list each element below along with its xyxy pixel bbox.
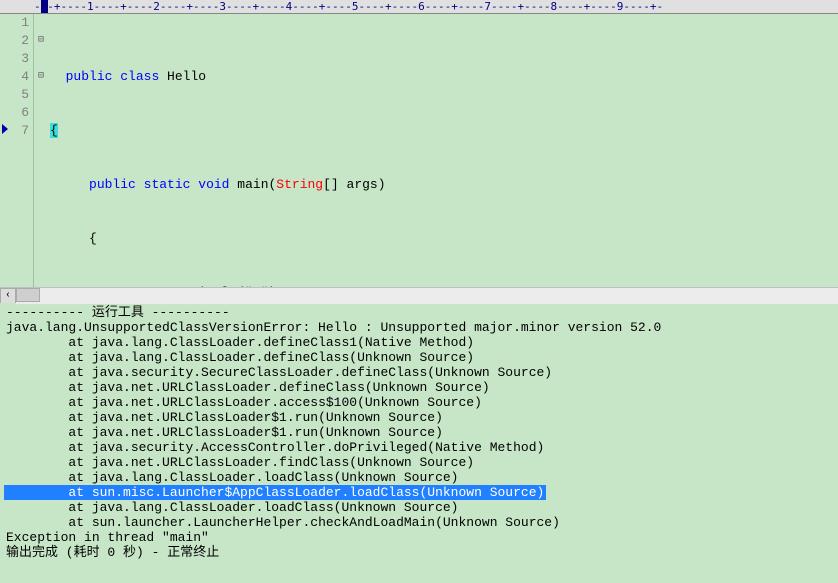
console-line[interactable]: at java.security.SecureClassLoader.defin… <box>6 365 832 380</box>
line-number: 1 <box>0 14 29 32</box>
fold-marker <box>34 86 48 104</box>
line-number: 3 <box>0 50 29 68</box>
console-line[interactable]: at sun.misc.Launcher$AppClassLoader.load… <box>6 485 832 500</box>
code-line[interactable]: { <box>50 230 838 248</box>
breakpoint-marker-icon[interactable] <box>2 124 8 134</box>
code-area[interactable]: public class Hello { public static void … <box>48 14 838 287</box>
code-line[interactable]: { <box>50 122 838 140</box>
scroll-track[interactable] <box>16 288 838 304</box>
horizontal-scrollbar[interactable]: ‹ <box>0 287 838 303</box>
console-line[interactable]: Exception in thread "main" <box>6 530 832 545</box>
line-number: 4 <box>0 68 29 86</box>
console-line[interactable]: at java.net.URLClassLoader$1.run(Unknown… <box>6 425 832 440</box>
console-line[interactable]: at java.net.URLClassLoader.findClass(Unk… <box>6 455 832 470</box>
console-line[interactable]: java.lang.UnsupportedClassVersionError: … <box>6 320 832 335</box>
console-line[interactable]: at java.security.AccessController.doPriv… <box>6 440 832 455</box>
line-number-gutter: 1234567 <box>0 14 34 287</box>
code-editor[interactable]: 1234567 ⊟⊟ public class Hello { public s… <box>0 14 838 287</box>
console-line[interactable]: at java.net.URLClassLoader.defineClass(U… <box>6 380 832 395</box>
console-line[interactable]: at java.lang.ClassLoader.defineClass1(Na… <box>6 335 832 350</box>
output-console[interactable]: ---------- 运行工具 ----------java.lang.Unsu… <box>0 303 838 583</box>
line-number: 2 <box>0 32 29 50</box>
fold-marker <box>34 50 48 68</box>
scroll-left-button[interactable]: ‹ <box>0 288 16 304</box>
fold-marker <box>34 122 48 140</box>
ruler-text: ---+----1----+----2----+----3----+----4-… <box>34 0 663 13</box>
fold-marker <box>34 104 48 122</box>
console-line[interactable]: at java.lang.ClassLoader.defineClass(Unk… <box>6 350 832 365</box>
line-number: 6 <box>0 104 29 122</box>
fold-marker[interactable]: ⊟ <box>34 68 48 86</box>
scroll-thumb[interactable] <box>16 288 40 302</box>
console-line[interactable]: at java.lang.ClassLoader.loadClass(Unkno… <box>6 470 832 485</box>
console-line[interactable]: 输出完成 (耗时 0 秒) - 正常终止 <box>6 545 832 560</box>
console-line[interactable]: at java.net.URLClassLoader.access$100(Un… <box>6 395 832 410</box>
console-line[interactable]: at java.net.URLClassLoader$1.run(Unknown… <box>6 410 832 425</box>
fold-marker <box>34 14 48 32</box>
code-line[interactable]: public class Hello <box>50 68 838 86</box>
fold-marker[interactable]: ⊟ <box>34 32 48 50</box>
fold-gutter[interactable]: ⊟⊟ <box>34 14 48 287</box>
line-number: 5 <box>0 86 29 104</box>
code-line[interactable]: public static void main(String[] args) <box>50 176 838 194</box>
console-line[interactable]: at java.lang.ClassLoader.loadClass(Unkno… <box>6 500 832 515</box>
ruler: ---+----1----+----2----+----3----+----4-… <box>0 0 838 14</box>
console-line[interactable]: ---------- 运行工具 ---------- <box>6 305 832 320</box>
console-line[interactable]: at sun.launcher.LauncherHelper.checkAndL… <box>6 515 832 530</box>
